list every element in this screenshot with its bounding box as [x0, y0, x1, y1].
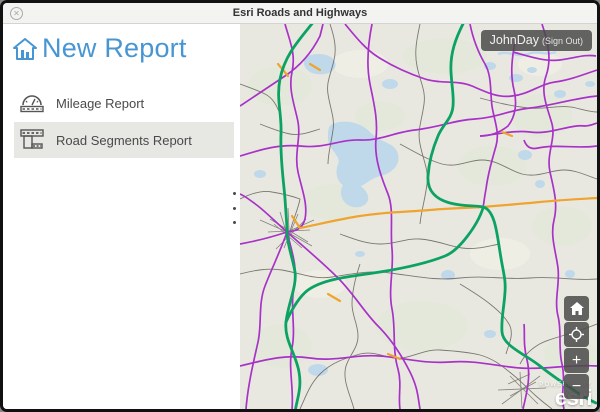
- report-item-road-segments[interactable]: Road Segments Report: [14, 122, 234, 158]
- window-title: Esri Roads and Highways: [3, 3, 597, 24]
- zoom-out-button[interactable]: −: [564, 374, 589, 399]
- home-report-icon: [13, 38, 37, 60]
- basemap-canvas[interactable]: [240, 24, 597, 409]
- close-icon[interactable]: ✕: [10, 7, 23, 20]
- zoom-in-button[interactable]: +: [564, 348, 589, 373]
- home-icon: [570, 302, 584, 315]
- road-segments-icon: [18, 128, 46, 152]
- panel-drag-handle[interactable]: [229, 192, 239, 224]
- main-content: New Report: [3, 24, 597, 409]
- locate-icon: [569, 327, 584, 342]
- home-extent-button[interactable]: [564, 296, 589, 321]
- report-list: Mileage Report: [3, 85, 240, 158]
- title-bar: ✕ Esri Roads and Highways: [3, 3, 597, 24]
- map-controls: + −: [564, 296, 589, 399]
- report-sidebar: New Report: [3, 24, 240, 409]
- map-view[interactable]: JohnDay (Sign Out): [240, 24, 597, 409]
- page-header: New Report: [3, 24, 240, 64]
- sign-out-label: (Sign Out): [542, 36, 583, 46]
- report-item-mileage[interactable]: Mileage Report: [14, 85, 234, 121]
- app-window: ✕ Esri Roads and Highways New Report: [0, 0, 600, 412]
- user-name: JohnDay: [490, 33, 539, 47]
- locate-button[interactable]: [564, 322, 589, 347]
- report-item-label: Mileage Report: [56, 96, 144, 111]
- report-item-label: Road Segments Report: [56, 133, 192, 148]
- page-title: New Report: [42, 33, 187, 64]
- user-sign-out-button[interactable]: JohnDay (Sign Out): [481, 30, 592, 51]
- gauge-icon: [18, 92, 46, 114]
- app-frame: ✕ Esri Roads and Highways New Report: [3, 3, 597, 409]
